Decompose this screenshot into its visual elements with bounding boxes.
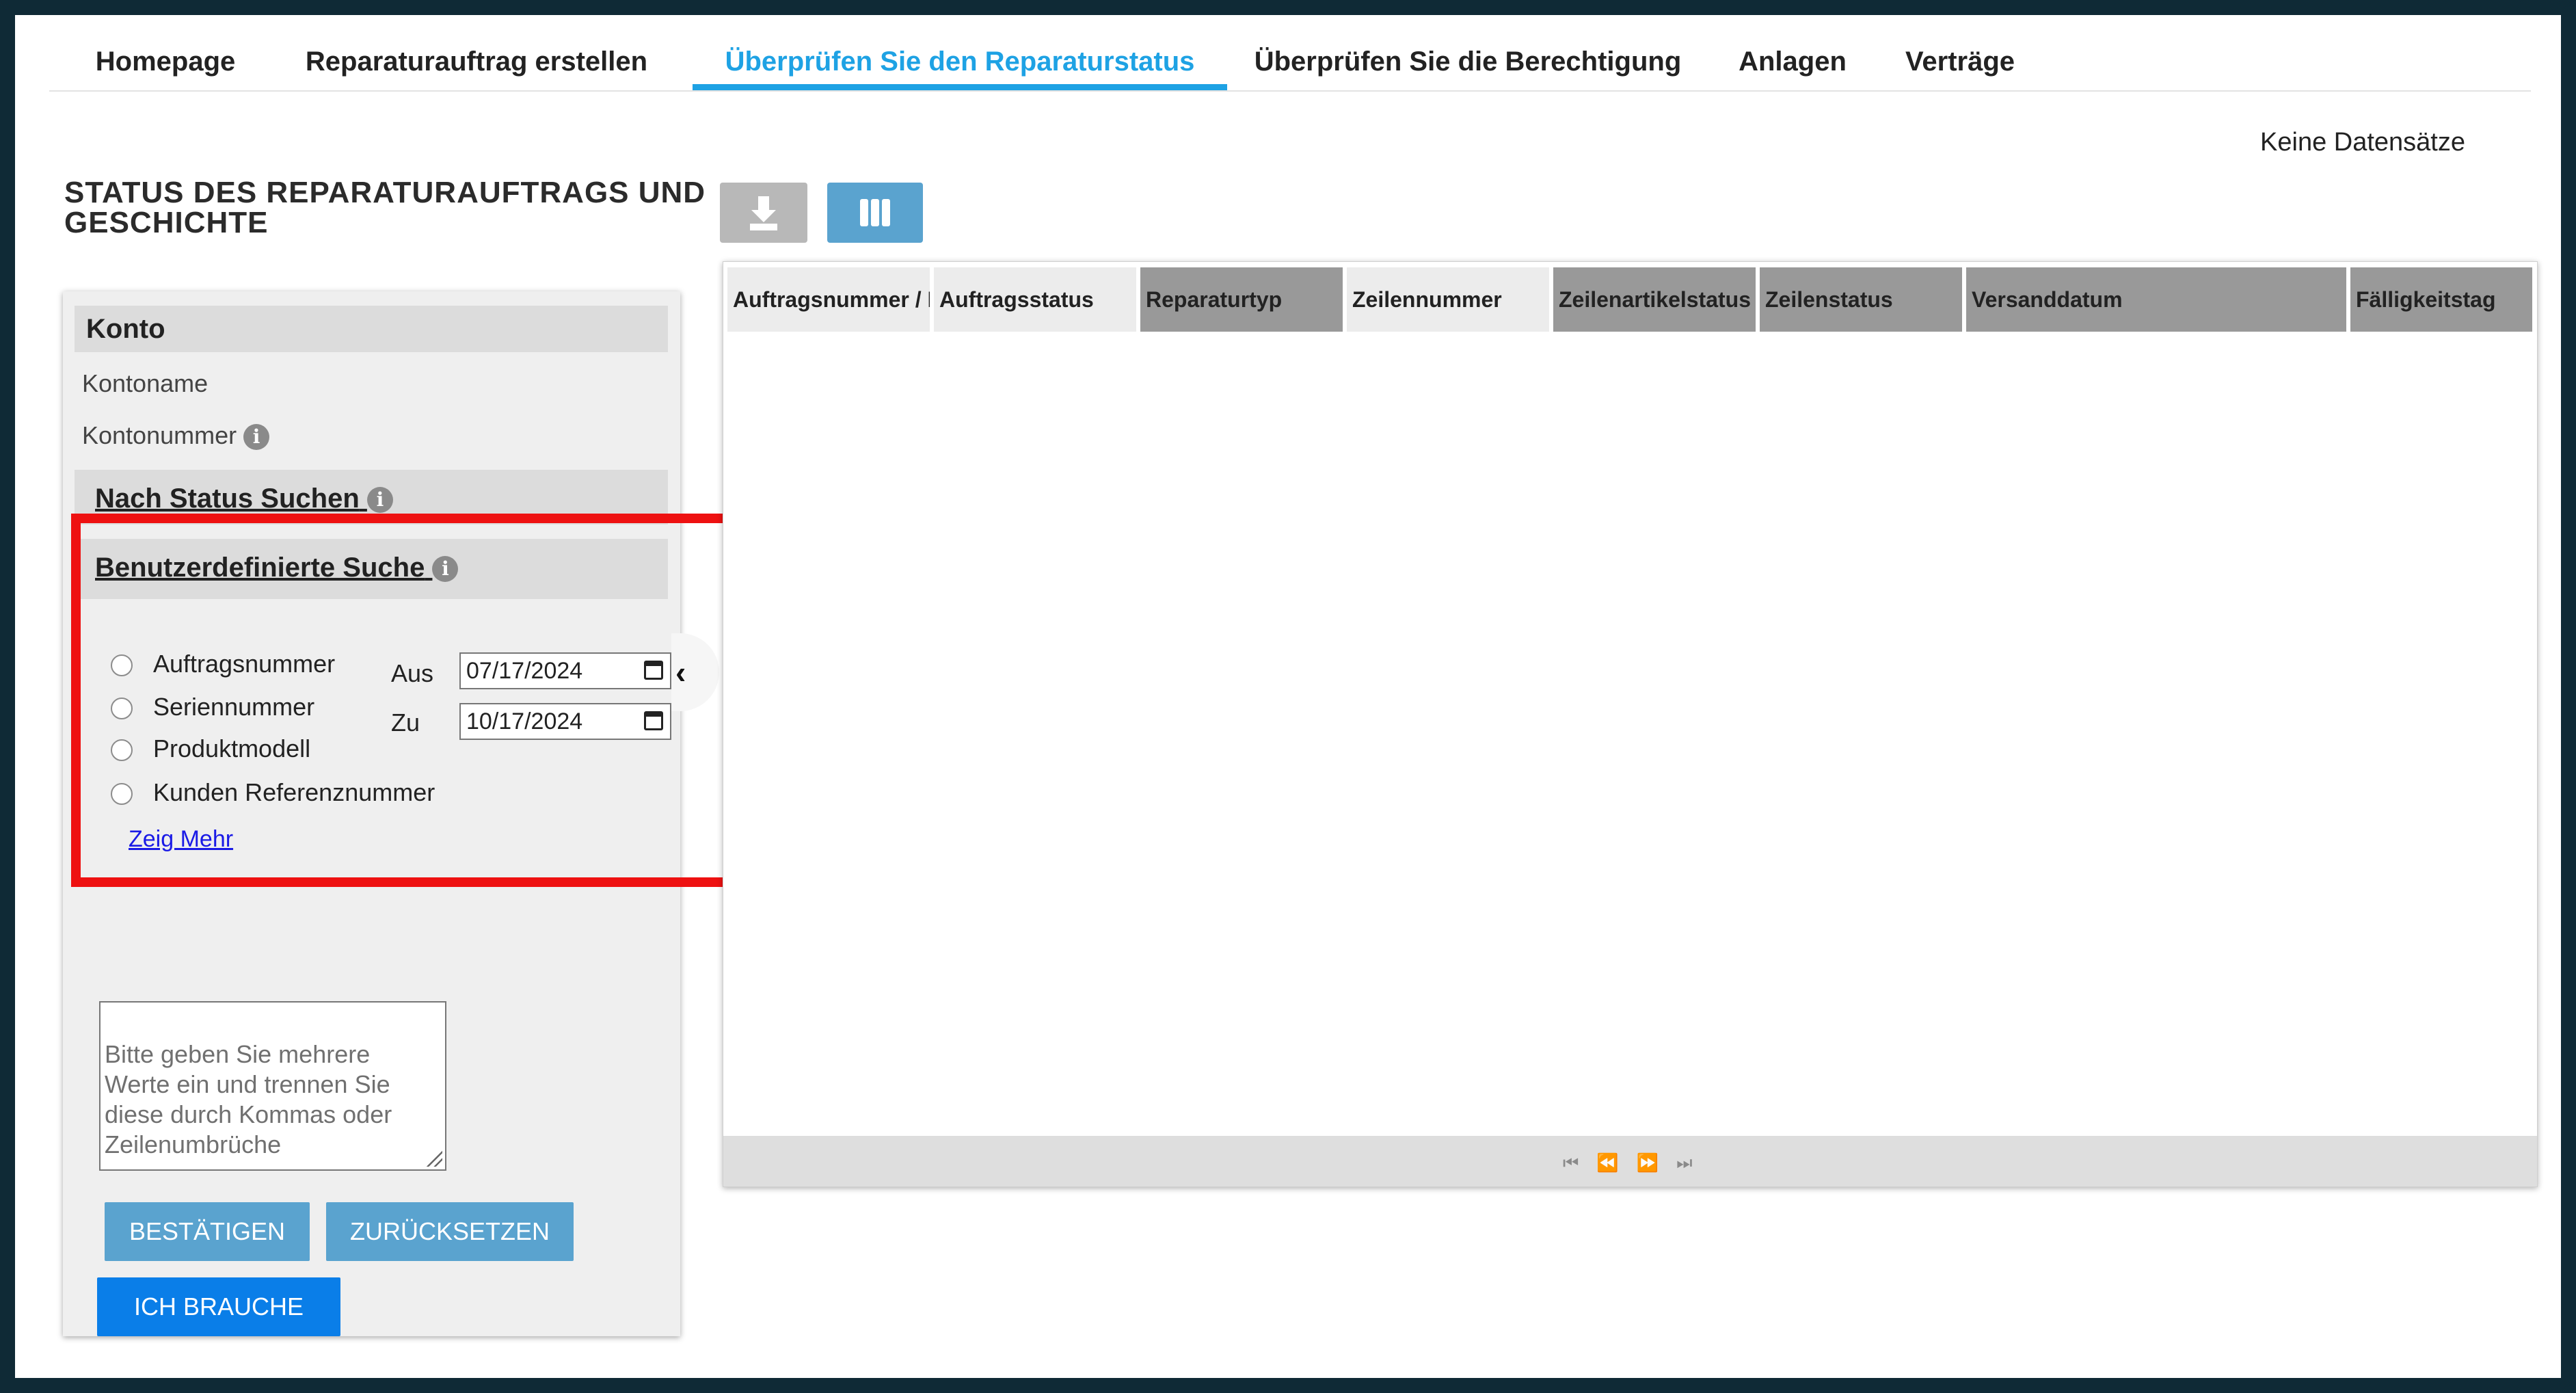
- columns-icon: [860, 199, 890, 226]
- top-navigation: Homepage Reparaturauftrag erstellen Über…: [49, 15, 2531, 92]
- info-icon[interactable]: i: [366, 487, 393, 514]
- status-search-link[interactable]: Nach Status Suchen i: [95, 483, 393, 514]
- account-section-title: Konto: [86, 314, 165, 344]
- column-header[interactable]: Zeilenartikelstatus: [1553, 267, 1756, 332]
- page-title: STATUS DES REPARATURAUFTRAGS UND GESCHIC…: [64, 176, 706, 239]
- account-number-row: Kontonummer i: [82, 421, 270, 451]
- confirm-button[interactable]: BESTÄTIGEN: [105, 1202, 310, 1261]
- column-header[interactable]: Zeilennummer: [1347, 267, 1549, 332]
- multi-value-input[interactable]: Bitte geben Sie mehrere Werte ein und tr…: [99, 1001, 446, 1171]
- column-header[interactable]: Fälligkeitstag: [2350, 267, 2532, 332]
- pager-controls[interactable]: ⏮⏪⏩⏭: [1563, 1152, 1710, 1174]
- reset-button[interactable]: ZURÜCKSETZEN: [326, 1202, 574, 1261]
- column-header[interactable]: Versanddatum: [1966, 267, 2346, 332]
- highlight-annotation: [71, 514, 747, 887]
- info-icon[interactable]: i: [243, 424, 270, 451]
- tab-check-eligibility[interactable]: Überprüfen Sie die Berechtigung: [1239, 15, 1697, 90]
- resize-grip-icon[interactable]: [425, 1149, 442, 1167]
- download-button[interactable]: [720, 183, 807, 243]
- column-header[interactable]: Auftragsnummer / I: [727, 267, 930, 332]
- grid-header: Auftragsnummer / I Auftragsstatus Repara…: [727, 267, 2532, 332]
- account-name-label: Kontoname: [82, 369, 209, 397]
- column-header[interactable]: Auftragsstatus: [934, 267, 1136, 332]
- help-button[interactable]: ICH BRAUCHE HILFE: [97, 1277, 340, 1378]
- column-header[interactable]: Zeilenstatus: [1760, 267, 1962, 332]
- tab-contracts[interactable]: Verträge: [1895, 15, 2025, 90]
- tab-check-repair-status[interactable]: Überprüfen Sie den Reparaturstatus: [693, 15, 1227, 90]
- account-section-header: Konto: [75, 306, 668, 352]
- column-header[interactable]: Reparaturtyp: [1140, 267, 1343, 332]
- record-count: Keine Datensätze: [2260, 128, 2465, 157]
- account-number-label: Kontonummer: [82, 421, 237, 449]
- download-icon: [750, 196, 777, 230]
- multi-value-placeholder: Bitte geben Sie mehrere Werte ein und tr…: [105, 1040, 392, 1158]
- app-frame: Homepage Reparaturauftrag erstellen Über…: [15, 15, 2561, 1378]
- results-grid: Auftragsnummer / I Auftragsstatus Repara…: [723, 261, 2538, 1187]
- tab-create-repair-order[interactable]: Reparaturauftrag erstellen: [278, 15, 675, 90]
- columns-button[interactable]: [827, 183, 923, 243]
- grid-pager: ⏮⏪⏩⏭: [723, 1136, 2537, 1186]
- tab-homepage[interactable]: Homepage: [87, 15, 244, 90]
- status-search-label: Nach Status Suchen: [95, 483, 360, 514]
- tab-assets[interactable]: Anlagen: [1731, 15, 1854, 90]
